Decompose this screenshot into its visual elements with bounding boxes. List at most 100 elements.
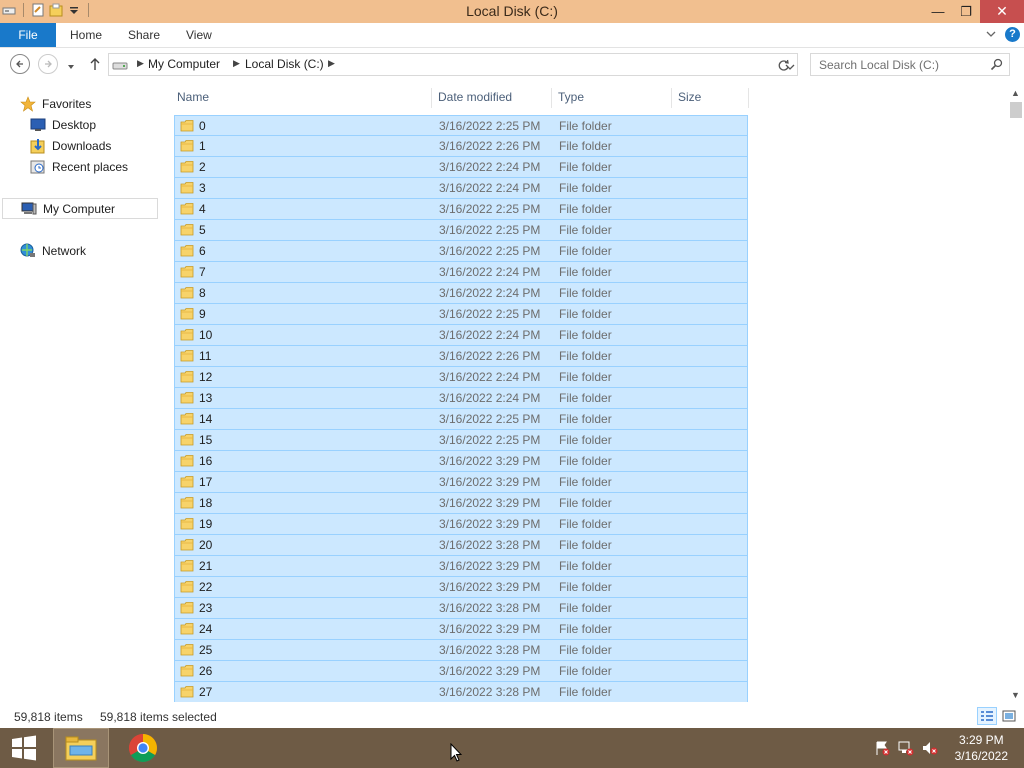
file-name: 23 (199, 601, 213, 615)
nav-downloads[interactable]: Downloads (30, 135, 111, 156)
table-row[interactable]: 11 3/16/2022 2:26 PM File folder (174, 346, 748, 367)
table-row[interactable]: 9 3/16/2022 2:25 PM File folder (174, 304, 748, 325)
status-bar: 59,818 items 59,818 items selected (0, 704, 1024, 728)
taskbar-chrome[interactable] (115, 728, 171, 768)
back-button[interactable] (10, 54, 30, 74)
table-row[interactable]: 16 3/16/2022 3:29 PM File folder (174, 451, 748, 472)
table-row[interactable]: 21 3/16/2022 3:29 PM File folder (174, 556, 748, 577)
vertical-scrollbar[interactable]: ▲ ▼ (1008, 86, 1024, 702)
file-date-modified: 3/16/2022 3:29 PM (439, 496, 541, 510)
scroll-thumb[interactable] (1010, 102, 1022, 118)
close-button[interactable]: ✕ (980, 0, 1024, 23)
refresh-icon[interactable] (777, 59, 790, 75)
table-row[interactable]: 4 3/16/2022 2:25 PM File folder (174, 199, 748, 220)
start-button[interactable] (0, 728, 48, 768)
table-row[interactable]: 8 3/16/2022 2:24 PM File folder (174, 283, 748, 304)
nav-recent-places[interactable]: Recent places (30, 156, 128, 177)
column-divider[interactable] (431, 88, 432, 108)
table-row[interactable]: 25 3/16/2022 3:28 PM File folder (174, 640, 748, 661)
folder-icon (180, 350, 194, 362)
nav-my-computer[interactable]: My Computer (2, 198, 158, 219)
help-button[interactable]: ? (1005, 27, 1020, 42)
file-type: File folder (559, 181, 612, 195)
up-button[interactable] (88, 57, 102, 74)
breadcrumb-local-disk[interactable]: Local Disk (C:) (245, 57, 324, 71)
volume-muted-icon[interactable] (922, 740, 938, 756)
sort-ascending-icon: ^ (298, 86, 302, 91)
search-icon[interactable] (990, 58, 1003, 74)
restore-button[interactable]: ❐ (952, 0, 980, 23)
column-divider[interactable] (748, 88, 749, 108)
file-type: File folder (559, 559, 612, 573)
taskbar-file-explorer[interactable] (53, 728, 109, 768)
file-type: File folder (559, 139, 612, 153)
large-icons-view-button[interactable] (999, 707, 1019, 725)
file-type: File folder (559, 328, 612, 342)
forward-button[interactable] (38, 54, 58, 74)
table-row[interactable]: 27 3/16/2022 3:28 PM File folder (174, 682, 748, 702)
table-row[interactable]: 2 3/16/2022 2:24 PM File folder (174, 157, 748, 178)
file-name: 1 (199, 139, 206, 153)
column-header-date-modified[interactable]: Date modified (438, 86, 512, 108)
mouse-cursor-icon (450, 742, 463, 766)
nav-desktop[interactable]: Desktop (30, 114, 96, 135)
clock[interactable]: 3:29 PM 3/16/2022 (955, 732, 1008, 764)
breadcrumb-separator-icon[interactable]: ▶ (233, 58, 240, 69)
recent-locations-chevron-icon[interactable] (66, 60, 76, 74)
table-row[interactable]: 14 3/16/2022 2:25 PM File folder (174, 409, 748, 430)
table-row[interactable]: 13 3/16/2022 2:24 PM File folder (174, 388, 748, 409)
scroll-up-arrow-icon[interactable]: ▲ (1011, 88, 1020, 98)
details-view-button[interactable] (977, 707, 997, 725)
table-row[interactable]: 12 3/16/2022 2:24 PM File folder (174, 367, 748, 388)
tab-view[interactable]: View (186, 23, 212, 47)
breadcrumb-separator-icon[interactable]: ▶ (328, 58, 335, 69)
breadcrumb-my-computer[interactable]: My Computer (148, 57, 220, 71)
table-row[interactable]: 19 3/16/2022 3:29 PM File folder (174, 514, 748, 535)
file-type: File folder (559, 307, 612, 321)
table-row[interactable]: 17 3/16/2022 3:29 PM File folder (174, 472, 748, 493)
nav-favorites[interactable]: Favorites (20, 93, 91, 114)
minimize-button[interactable]: — (924, 0, 952, 23)
folder-icon (180, 413, 194, 425)
table-row[interactable]: 0 3/16/2022 2:25 PM File folder (174, 115, 748, 136)
expand-ribbon-chevron-icon[interactable] (986, 27, 996, 41)
column-header-size[interactable]: Size (678, 86, 701, 108)
nav-network[interactable]: Network (20, 240, 86, 261)
tab-home[interactable]: Home (70, 23, 102, 47)
breadcrumb-separator-icon[interactable]: ▶ (137, 58, 144, 69)
nav-desktop-label: Desktop (52, 117, 97, 132)
file-type: File folder (559, 370, 612, 384)
table-row[interactable]: 22 3/16/2022 3:29 PM File folder (174, 577, 748, 598)
action-center-flag-icon[interactable] (874, 740, 890, 756)
table-row[interactable]: 3 3/16/2022 2:24 PM File folder (174, 178, 748, 199)
table-row[interactable]: 23 3/16/2022 3:28 PM File folder (174, 598, 748, 619)
folder-icon (180, 224, 194, 236)
column-header-name[interactable]: Name (177, 86, 209, 108)
table-row[interactable]: 6 3/16/2022 2:25 PM File folder (174, 241, 748, 262)
table-row[interactable]: 18 3/16/2022 3:29 PM File folder (174, 493, 748, 514)
table-row[interactable]: 1 3/16/2022 2:26 PM File folder (174, 136, 748, 157)
up-arrow-icon (90, 58, 100, 70)
column-divider[interactable] (671, 88, 672, 108)
file-type: File folder (559, 244, 612, 258)
file-type: File folder (559, 349, 612, 363)
tab-share[interactable]: Share (128, 23, 160, 47)
file-name: 5 (199, 223, 206, 237)
file-name: 19 (199, 517, 213, 531)
table-row[interactable]: 20 3/16/2022 3:28 PM File folder (174, 535, 748, 556)
table-row[interactable]: 24 3/16/2022 3:29 PM File folder (174, 619, 748, 640)
address-bar[interactable]: ▶ My Computer ▶ Local Disk (C:) ▶ (108, 53, 798, 76)
table-row[interactable]: 10 3/16/2022 2:24 PM File folder (174, 325, 748, 346)
table-row[interactable]: 15 3/16/2022 2:25 PM File folder (174, 430, 748, 451)
tab-file[interactable]: File (0, 23, 56, 47)
table-row[interactable]: 5 3/16/2022 2:25 PM File folder (174, 220, 748, 241)
table-row[interactable]: 7 3/16/2022 2:24 PM File folder (174, 262, 748, 283)
scroll-down-arrow-icon[interactable]: ▼ (1011, 690, 1020, 700)
network-status-icon[interactable] (898, 740, 914, 756)
column-divider[interactable] (551, 88, 552, 108)
table-row[interactable]: 26 3/16/2022 3:29 PM File folder (174, 661, 748, 682)
ribbon-tabs: File Home Share View ? (0, 23, 1024, 48)
network-icon (20, 243, 36, 259)
search-input[interactable]: Search Local Disk (C:) (810, 53, 1010, 76)
column-header-type[interactable]: Type (558, 86, 584, 108)
